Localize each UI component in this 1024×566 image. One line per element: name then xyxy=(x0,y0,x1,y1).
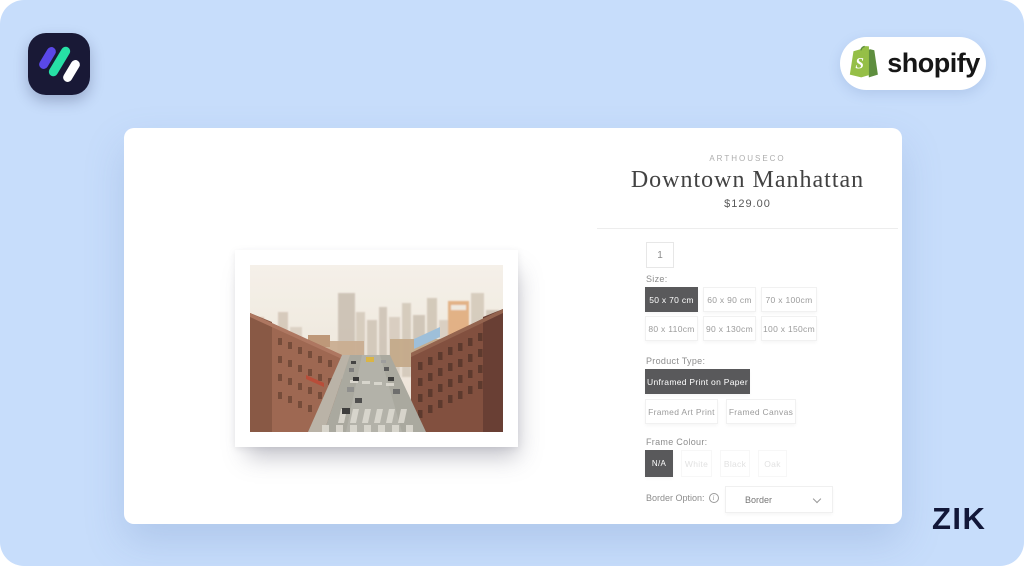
shopify-wordmark: shopify xyxy=(887,48,980,78)
border-select-value: Border xyxy=(745,494,773,505)
frame-colour-white[interactable]: White xyxy=(681,450,712,477)
frame-colour-oak[interactable]: Oak xyxy=(758,450,787,477)
product-title: Downtown Manhattan xyxy=(630,167,865,193)
border-select[interactable]: Border xyxy=(725,486,833,513)
border-option-row: Border Option: i Border xyxy=(646,486,866,513)
size-option-80x110cm[interactable]: 80 x 110cm xyxy=(645,316,698,341)
shopify-badge: S shopify xyxy=(840,37,986,90)
size-option-50x70cm[interactable]: 50 x 70 cm xyxy=(645,287,698,312)
frame-colour-label: Frame Colour: xyxy=(646,437,708,447)
info-icon[interactable]: i xyxy=(708,493,719,503)
chevron-down-icon xyxy=(812,494,822,504)
frame-colour-black[interactable]: Black xyxy=(720,450,750,477)
size-option-60x90cm[interactable]: 60 x 90 cm xyxy=(703,287,756,312)
logo-stripe-white xyxy=(61,58,82,84)
border-option-label-text: Border Option: xyxy=(646,493,705,503)
size-option-90x130cm[interactable]: 90 x 130cm xyxy=(703,316,756,341)
product-card: ARTHOUSECO Downtown Manhattan $129.00 Si… xyxy=(124,128,902,524)
size-option-70x100cm[interactable]: 70 x 100cm xyxy=(761,287,817,312)
size-label: Size: xyxy=(646,274,668,284)
svg-text:S: S xyxy=(856,56,865,73)
manhattan-photo xyxy=(250,265,503,432)
product-type-label: Product Type: xyxy=(646,356,706,366)
shopify-bag-icon: S xyxy=(846,42,880,85)
product-price: $129.00 xyxy=(724,198,771,210)
product-details: ARTHOUSECO Downtown Manhattan $129.00 Si… xyxy=(597,128,898,524)
screen: S shopify ARTHOUSECO Downtown Manhattan … xyxy=(0,0,1024,566)
zik-watermark: ZIK xyxy=(932,501,987,536)
border-option-label: Border Option: i xyxy=(646,493,719,503)
divider xyxy=(597,228,898,229)
product-type-framed-art-print[interactable]: Framed Art Print xyxy=(645,399,718,424)
frame-colour-na[interactable]: N/A xyxy=(645,450,673,477)
product-type-framed-canvas[interactable]: Framed Canvas xyxy=(726,399,796,424)
quantity-input[interactable] xyxy=(646,242,674,268)
size-option-100x150cm[interactable]: 100 x 150cm xyxy=(761,316,817,341)
zik-logo-icon xyxy=(28,33,90,95)
product-type-unframed-print[interactable]: Unframed Print on Paper xyxy=(645,369,750,394)
vendor-name: ARTHOUSECO xyxy=(709,154,786,163)
product-image xyxy=(235,250,518,447)
